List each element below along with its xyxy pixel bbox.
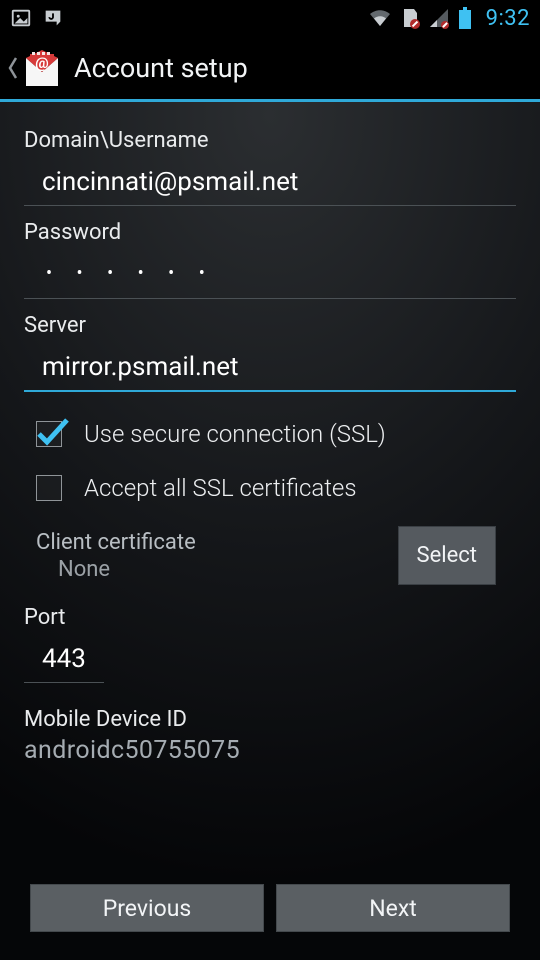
mobile-device-id-label: Mobile Device ID — [24, 707, 516, 732]
ssl-checkbox[interactable] — [36, 421, 62, 447]
password-input[interactable]: • • • • • • — [24, 253, 516, 299]
svg-text:@: @ — [35, 54, 48, 72]
cell-signal-icon — [428, 7, 450, 29]
port-input[interactable] — [24, 638, 104, 683]
ssl-checkbox-row[interactable]: Use secure connection (SSL) — [24, 406, 516, 460]
accept-all-checkbox-row[interactable]: Accept all SSL certificates — [24, 460, 516, 514]
client-certificate-value: None — [36, 557, 398, 582]
email-app-icon[interactable]: @ — [20, 46, 64, 90]
bottom-nav-bar: Previous Next — [0, 884, 540, 960]
port-field: Port — [24, 605, 516, 683]
password-label: Password — [24, 220, 516, 245]
mobile-device-id-value: androidc50755075 — [24, 736, 516, 765]
accept-all-label: Accept all SSL certificates — [84, 474, 357, 502]
next-button[interactable]: Next — [276, 884, 510, 932]
status-time: 9:32 — [486, 6, 530, 31]
port-label: Port — [24, 605, 516, 630]
select-certificate-button[interactable]: Select — [398, 526, 496, 585]
gallery-icon — [10, 7, 32, 29]
client-certificate-row: Client certificate None Select — [24, 514, 516, 597]
previous-button[interactable]: Previous — [30, 884, 264, 932]
password-field: Password • • • • • • — [24, 220, 516, 299]
wifi-icon — [368, 8, 392, 28]
accept-all-checkbox[interactable] — [36, 475, 62, 501]
server-input[interactable] — [24, 346, 516, 392]
voicemail-icon — [42, 7, 64, 29]
status-right: 9:32 — [368, 6, 530, 31]
ssl-label: Use secure connection (SSL) — [84, 420, 386, 448]
back-caret-icon[interactable] — [6, 55, 20, 81]
domain-username-input[interactable] — [24, 161, 516, 206]
client-certificate-label: Client certificate — [36, 530, 398, 555]
app-bar[interactable]: @ Account setup — [0, 36, 540, 102]
account-setup-form: Domain\Username Password • • • • • • Ser… — [0, 102, 540, 884]
status-bar: 9:32 — [0, 0, 540, 36]
sd-card-error-icon — [400, 7, 420, 29]
domain-username-field: Domain\Username — [24, 128, 516, 206]
domain-username-label: Domain\Username — [24, 128, 516, 153]
status-left — [10, 7, 64, 29]
server-label: Server — [24, 313, 516, 338]
mobile-device-id-block: Mobile Device ID androidc50755075 — [24, 703, 516, 765]
app-title: Account setup — [74, 52, 248, 84]
battery-icon — [458, 7, 472, 29]
server-field: Server — [24, 313, 516, 392]
